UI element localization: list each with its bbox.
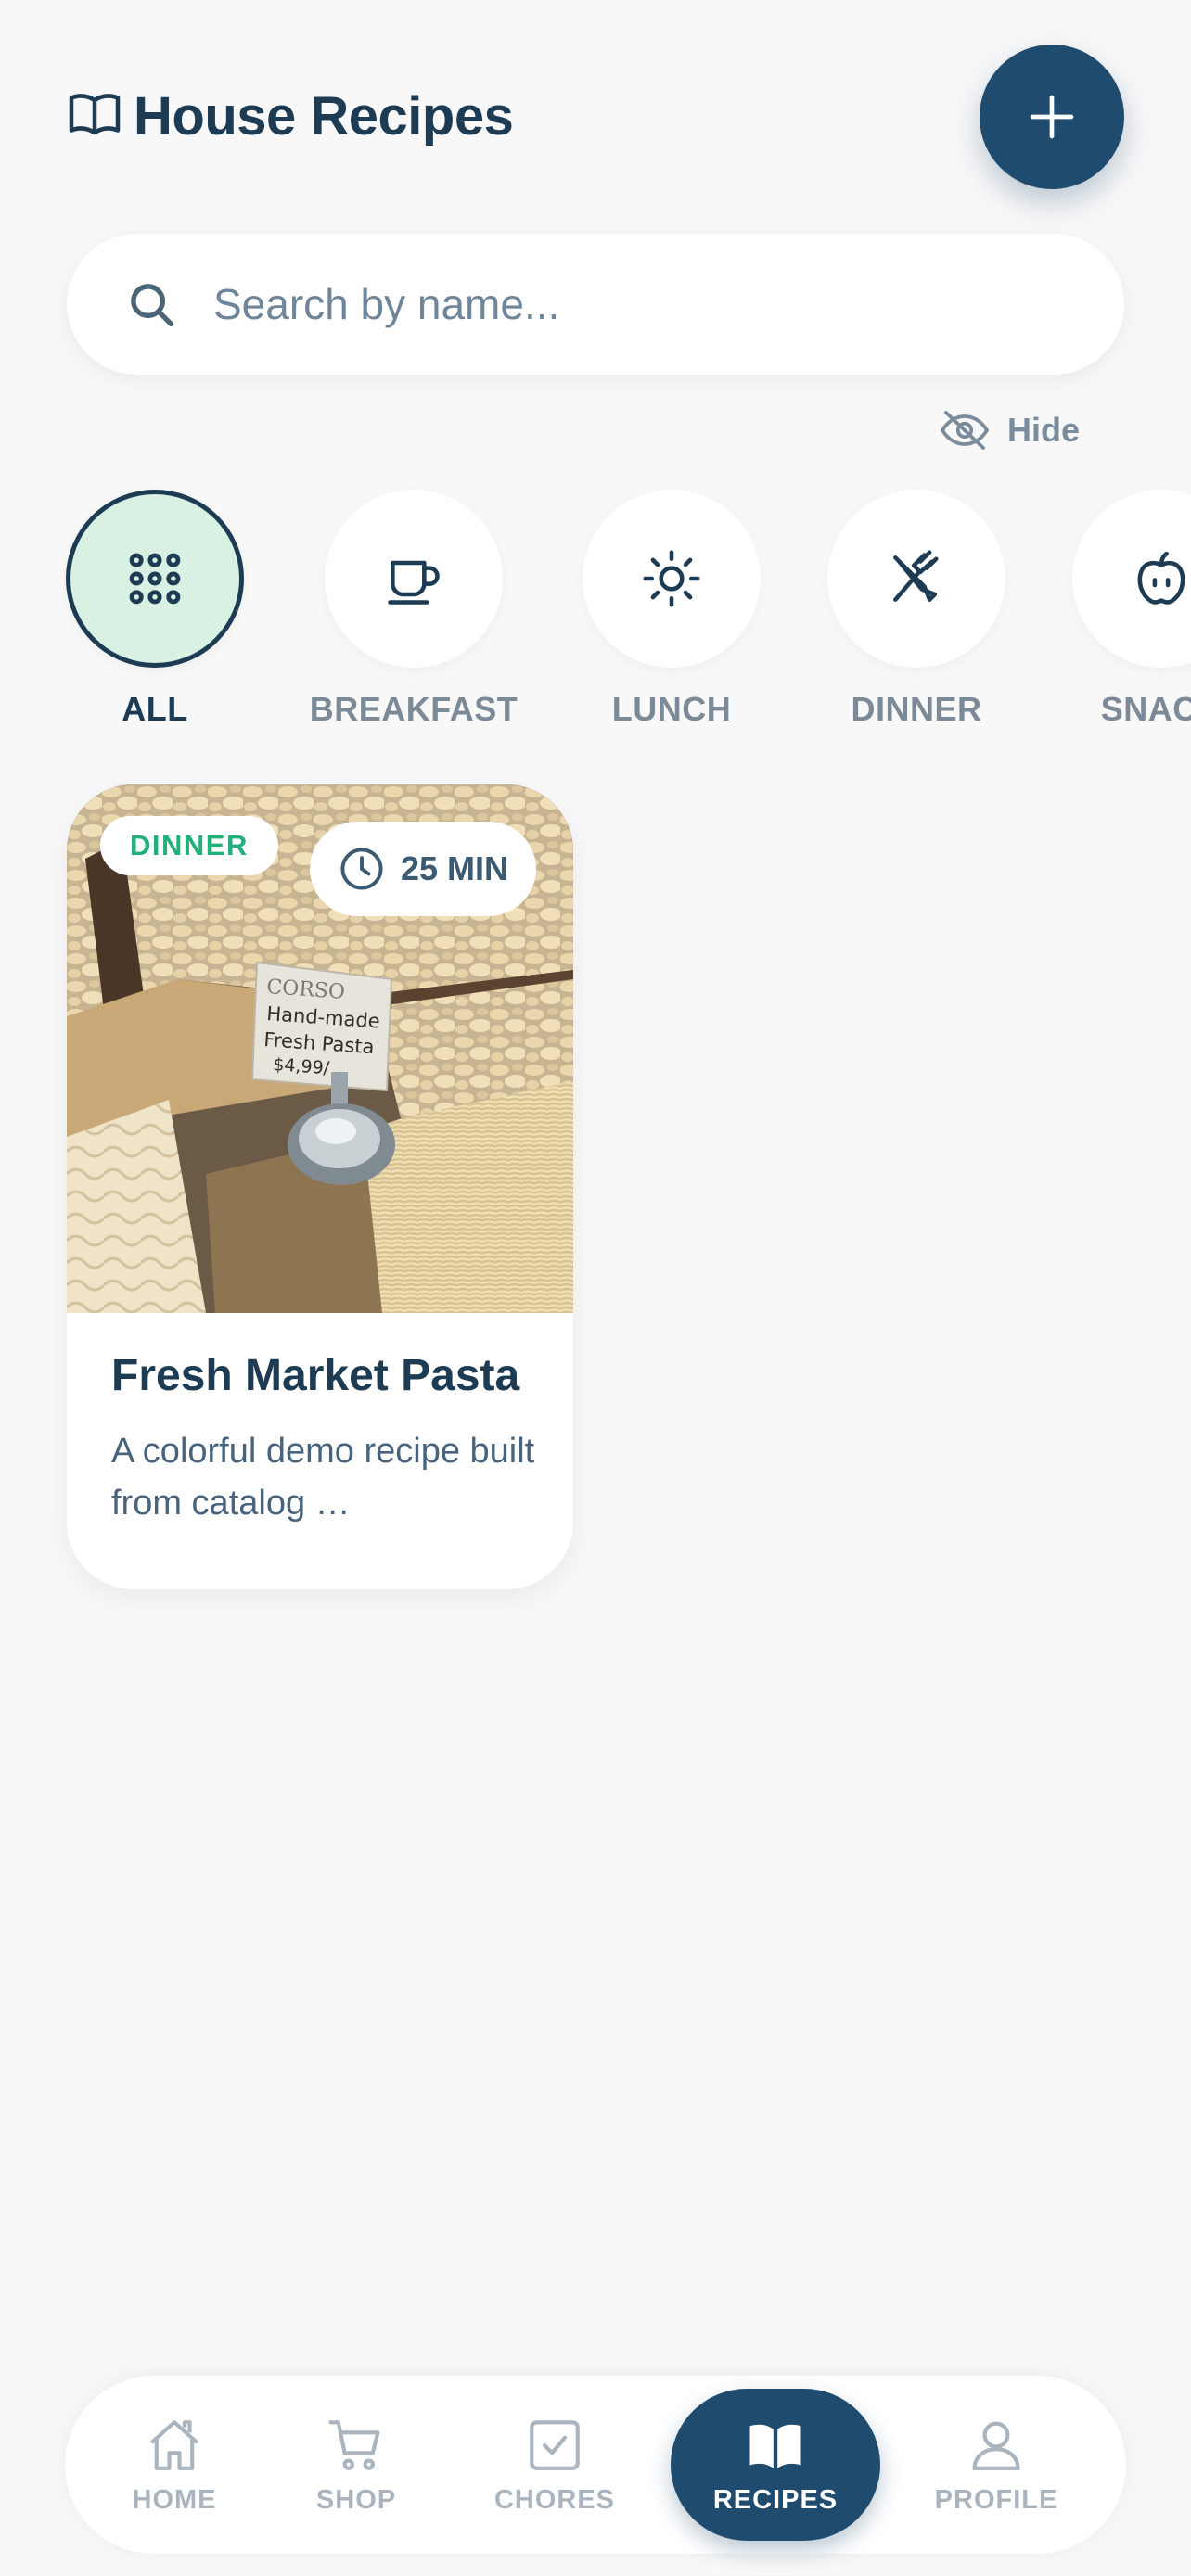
category-breakfast-circle [325, 490, 503, 668]
category-lunch-circle [583, 490, 761, 668]
sun-icon [643, 550, 700, 607]
nav-recipes[interactable]: RECIPES [671, 2389, 880, 2541]
page-title: House Recipes [134, 86, 514, 147]
bottom-nav: HOME SHOP CHORES RECIPES PROFILE [65, 2376, 1126, 2554]
hide-toggle-label: Hide [1006, 411, 1080, 449]
category-dinner[interactable]: DINNER [787, 490, 1046, 729]
nav-shop-label: SHOP [315, 2484, 397, 2515]
recipe-card-body: Fresh Market Pasta A colorful demo recip… [111, 1350, 536, 1529]
apple-icon [1137, 551, 1185, 605]
category-label: SNACK [1100, 690, 1191, 728]
category-all-circle [66, 490, 244, 668]
nav-home-label: HOME [132, 2484, 217, 2515]
category-snack-circle [1072, 490, 1191, 668]
book-open-icon [67, 86, 122, 147]
home-icon [149, 2419, 199, 2470]
cup-icon [388, 560, 440, 605]
category-lunch[interactable]: LUNCH [542, 490, 801, 729]
nav-chores[interactable]: CHORES [462, 2376, 647, 2554]
category-label: BREAKFAST [309, 690, 519, 728]
header: House Recipes [67, 45, 1124, 189]
user-icon [972, 2421, 1020, 2470]
add-recipe-button[interactable] [980, 45, 1124, 189]
search-bar[interactable] [67, 234, 1124, 375]
recipe-time-badge: 25 MIN [310, 822, 537, 916]
recipe-time: 25 MIN [401, 849, 509, 887]
nav-profile-label: PROFILE [934, 2484, 1058, 2515]
category-dinner-circle [827, 490, 1005, 668]
checkbox-icon [530, 2419, 580, 2470]
recipes-screen: House Recipes Hide [0, 0, 1191, 2576]
nav-chores-label: CHORES [493, 2484, 616, 2515]
recipe-card[interactable]: CORSO Hand-made Fresh Pasta $4,99/ DINNE… [67, 784, 573, 1589]
recipe-title: Fresh Market Pasta [111, 1351, 520, 1400]
utensils-icon [893, 550, 939, 602]
category-label: LUNCH [611, 690, 732, 728]
grid-icon [129, 553, 181, 605]
category-breakfast[interactable]: BREAKFAST [284, 490, 544, 729]
page-title-group: House Recipes [67, 85, 514, 147]
book-icon [749, 2424, 801, 2468]
sign-line-4: $4,99/ [273, 1054, 331, 1078]
cart-icon [328, 2419, 380, 2470]
recipe-category-badge: DINNER [100, 816, 278, 875]
search-input[interactable] [213, 279, 1048, 329]
nav-recipes-label: RECIPES [712, 2484, 839, 2515]
clock-icon [340, 848, 383, 890]
category-all[interactable]: ALL [25, 490, 285, 729]
category-filter-row: ALL BREAKFAST LUNCH DINNER SNAC [0, 490, 1191, 740]
category-label: ALL [122, 690, 188, 728]
nav-profile[interactable]: PROFILE [903, 2376, 1089, 2554]
recipe-description: A colorful demo recipe built from catalo… [111, 1432, 535, 1523]
plus-icon [1030, 95, 1074, 139]
category-snack[interactable]: SNACK [1031, 490, 1191, 729]
eye-off-icon [940, 411, 990, 450]
nav-shop[interactable]: SHOP [263, 2376, 449, 2554]
hide-toggle[interactable]: Hide [939, 408, 1080, 453]
category-label: DINNER [851, 690, 982, 728]
search-icon [131, 284, 174, 327]
nav-home[interactable]: HOME [82, 2376, 267, 2554]
